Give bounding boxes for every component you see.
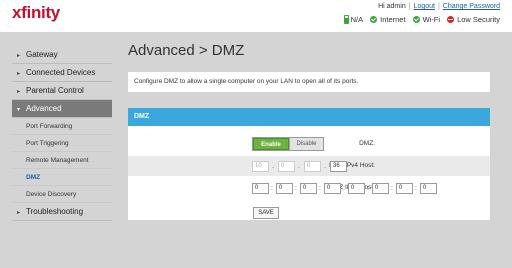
sidebar-item-troubleshooting[interactable]: ▸ Troubleshooting (12, 203, 112, 221)
page-description: Configure DMZ to allow a single computer… (128, 72, 490, 92)
sidebar-nav: ▸ Gateway ▸ Connected Devices ▸ Parental Co… (12, 46, 112, 221)
check-icon (370, 16, 378, 23)
battery-icon (343, 15, 349, 24)
warning-icon (447, 16, 455, 23)
check-icon (412, 16, 420, 23)
ipv6-segment-1[interactable]: 0 (252, 183, 269, 194)
ipv6-segment-3[interactable]: 0 (300, 183, 317, 194)
sidebar-subitem-port-triggering[interactable]: Port Triggering (12, 135, 112, 152)
dmz-label: DMZ: (359, 140, 375, 147)
logout-link[interactable]: Logout (414, 3, 435, 10)
chevron-right-icon: ▸ (17, 89, 21, 95)
panel-title: DMZ (128, 108, 490, 126)
enable-button[interactable]: Enable (253, 138, 289, 150)
ipv6-segment-8[interactable]: 0 (420, 183, 437, 194)
chevron-right-icon: ▸ (17, 210, 21, 216)
internet-status: Internet (370, 15, 406, 24)
ipv6-segment-4[interactable]: 0 (324, 183, 341, 194)
ipv4-row: DMZ IPv4 Host: 10 . 0 . 0 . 36 (128, 156, 490, 176)
chevron-right-icon: ▸ (17, 53, 21, 59)
ipv6-segment-6[interactable]: 0 (372, 183, 389, 194)
chevron-down-icon: ▾ (17, 107, 21, 113)
header: xfinity Hi admin | Logout | Change Password … (0, 0, 512, 32)
ipv4-octet-4[interactable]: 36 (330, 161, 347, 172)
sidebar-subitem-device-discovery[interactable]: Device Discovery (12, 186, 112, 203)
sidebar-subitem-remote-management[interactable]: Remote Management (12, 152, 112, 169)
chevron-right-icon: ▸ (17, 71, 21, 77)
security-status: Low Security (447, 15, 500, 24)
battery-status: N/A (343, 15, 363, 24)
ipv6-segment-2[interactable]: 0 (276, 183, 293, 194)
sidebar-item-connected-devices[interactable]: ▸ Connected Devices (12, 64, 112, 82)
wifi-status: Wi-Fi (412, 15, 440, 24)
disable-button[interactable]: Disable (289, 138, 323, 150)
ipv6-row: DMZ IPv6 Host: 0 : 0 : 0 : 0 : 0 : 0 : 0… (128, 178, 490, 198)
ipv4-octet-1[interactable]: 10 (252, 161, 269, 172)
sidebar-item-gateway[interactable]: ▸ Gateway (12, 46, 112, 64)
sidebar-item-parental-control[interactable]: ▸ Parental Control (12, 82, 112, 100)
dmz-toggle-row: DMZ: Enable Disable (128, 134, 490, 154)
save-button[interactable]: SAVE (253, 207, 279, 219)
ipv4-octet-3[interactable]: 0 (304, 161, 321, 172)
dmz-toggle: Enable Disable (252, 137, 324, 151)
status-bar: N/A Internet Wi-Fi Low Security (343, 15, 500, 24)
ipv4-octet-2[interactable]: 0 (278, 161, 295, 172)
change-password-link[interactable]: Change Password (443, 3, 500, 10)
ipv6-segment-5[interactable]: 0 (348, 183, 365, 194)
sidebar-subitem-port-forwarding[interactable]: Port Forwarding (12, 118, 112, 135)
account-links: Hi admin | Logout | Change Password (378, 3, 500, 10)
sidebar-item-advanced[interactable]: ▾ Advanced (12, 100, 112, 118)
ipv6-segment-7[interactable]: 0 (396, 183, 413, 194)
sidebar-subitem-dmz[interactable]: DMZ (12, 169, 112, 186)
dmz-panel: DMZ DMZ: Enable Disable DMZ IPv4 Host: 1… (128, 108, 490, 220)
greeting: Hi admin (378, 3, 406, 10)
page-title: Advanced > DMZ (128, 42, 245, 59)
xfinity-logo[interactable]: xfinity (12, 3, 60, 23)
